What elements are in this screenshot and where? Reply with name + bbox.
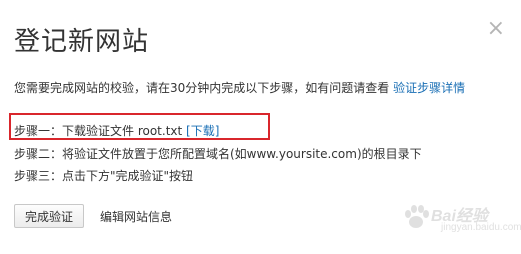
dialog-title: 登记新网站 <box>14 27 150 57</box>
description-text: 您需要完成网站的校验，请在30分钟内完成以下步骤，如有问题请查看 <box>14 81 394 95</box>
download-link[interactable]: [下载] <box>186 124 219 138</box>
edit-site-info-link[interactable]: 编辑网站信息 <box>100 209 172 225</box>
step-two: 步骤二：将验证文件放置于您所配置域名(如www.yoursite.com)的根目… <box>14 146 422 162</box>
step-three-text: 步骤三：点击下方"完成验证"按钮 <box>14 169 194 183</box>
verification-details-link[interactable]: 验证步骤详情 <box>393 81 465 95</box>
baidu-watermark: Bai经验 jingyan.baidu.com <box>401 198 521 238</box>
baidu-paw-icon <box>405 205 429 228</box>
verification-description: 您需要完成网站的校验，请在30分钟内完成以下步骤，如有问题请查看 验证步骤详情 <box>14 80 465 96</box>
step-three: 步骤三：点击下方"完成验证"按钮 <box>14 168 193 184</box>
step-two-text: 步骤二：将验证文件放置于您所配置域名(如www.yoursite.com)的根目… <box>14 147 422 161</box>
step-one-text: 步骤一：下载验证文件 root.txt <box>14 124 187 138</box>
step-one: 步骤一：下载验证文件 root.txt [下载] <box>14 123 219 139</box>
complete-verification-button[interactable]: 完成验证 <box>14 204 85 228</box>
close-icon[interactable]: × <box>487 18 505 40</box>
register-site-dialog: 登记新网站 × 您需要完成网站的校验，请在30分钟内完成以下步骤，如有问题请查看… <box>0 0 521 254</box>
watermark-url: jingyan.baidu.com <box>441 222 521 233</box>
